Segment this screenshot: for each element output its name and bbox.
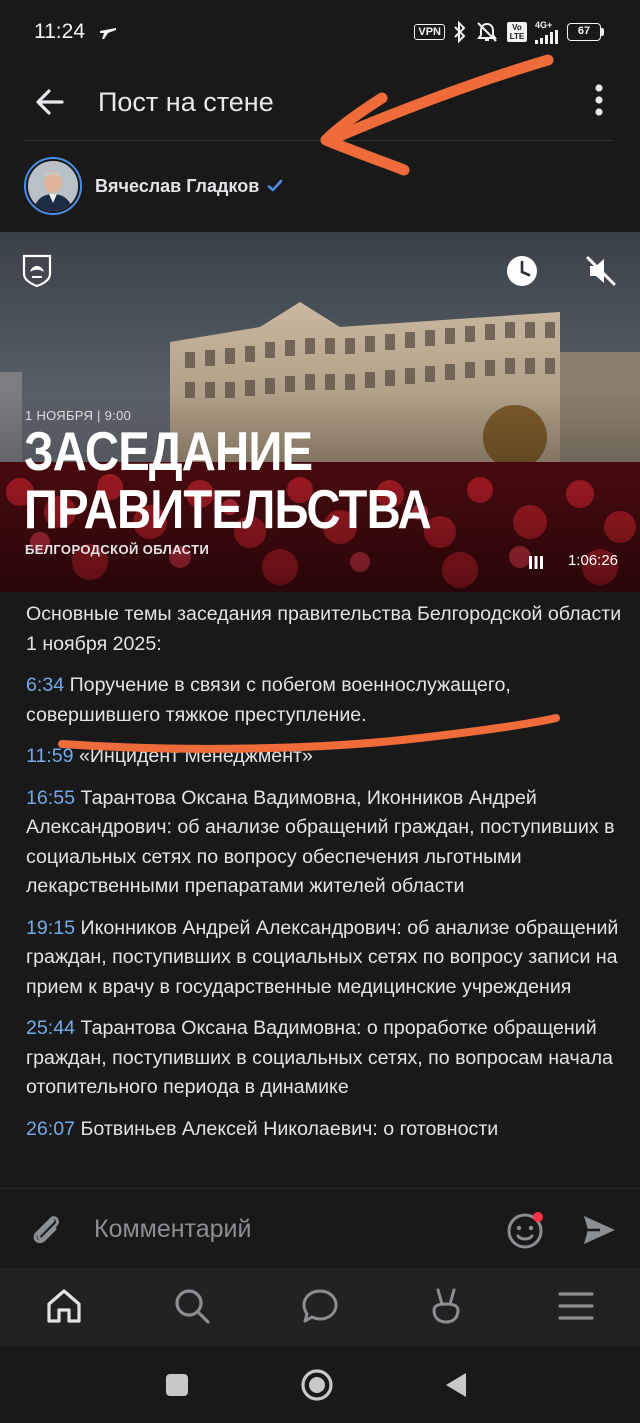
timecode-item: 25:44 Тарантова Оксана Вадимовна: о прор… bbox=[26, 1014, 622, 1103]
comment-input[interactable] bbox=[94, 1211, 484, 1247]
search-icon[interactable] bbox=[172, 1286, 212, 1326]
status-time: 11:24 bbox=[34, 20, 85, 43]
timecode-text: Поручение в связи с побегом военнослужащ… bbox=[26, 674, 511, 726]
region-emblem-icon bbox=[22, 254, 52, 288]
avatar[interactable] bbox=[24, 157, 82, 215]
back-arrow-icon[interactable] bbox=[30, 82, 70, 122]
timecode-link[interactable]: 16:55 bbox=[26, 787, 75, 809]
clips-icon[interactable] bbox=[426, 1286, 466, 1326]
timecode-text: Тарантова Оксана Вадимовна: о проработке… bbox=[26, 1017, 613, 1098]
mobile-signal: 4G+ bbox=[535, 19, 559, 44]
back-button-icon[interactable] bbox=[440, 1368, 474, 1402]
timecode-text: «Инцидент Менеджмент» bbox=[73, 745, 313, 767]
airplane-mode-icon bbox=[100, 28, 116, 39]
timecode-link[interactable]: 19:15 bbox=[26, 917, 75, 939]
system-navigation bbox=[0, 1346, 640, 1423]
author-name[interactable]: Вячеслав Гладков bbox=[95, 176, 259, 197]
battery-tip bbox=[601, 28, 604, 36]
comment-bar bbox=[0, 1188, 640, 1268]
volte-badge: Vo LTE bbox=[507, 22, 527, 42]
bluetooth-icon bbox=[454, 21, 466, 43]
battery-level: 67 bbox=[567, 23, 601, 41]
timecode-link[interactable]: 25:44 bbox=[26, 1017, 75, 1039]
timecode-item: 16:55 Тарантова Оксана Вадимовна, Иконни… bbox=[26, 784, 622, 902]
battery-indicator: 67 bbox=[567, 23, 604, 41]
timecode-text: Ботвиньев Алексей Николаевич: о готовнос… bbox=[75, 1117, 499, 1140]
send-icon[interactable] bbox=[580, 1211, 618, 1249]
post-text: Основные темы заседания правительства Бе… bbox=[26, 600, 622, 1188]
watch-later-icon[interactable] bbox=[505, 254, 539, 288]
timecode-item: 19:15 Иконников Андрей Александрович: об… bbox=[26, 914, 622, 1003]
app-header: Пост на стене bbox=[0, 64, 640, 140]
video-bars-icon bbox=[529, 556, 543, 569]
status-icons: VPN Vo LTE 4G+ 67 bbox=[414, 19, 604, 45]
video-title-line1: ЗАСЕДАНИЕ bbox=[24, 420, 313, 482]
more-vertical-icon[interactable] bbox=[592, 80, 606, 120]
signal-icon bbox=[535, 29, 558, 44]
post-author[interactable]: Вячеслав Гладков bbox=[24, 157, 284, 215]
timecode-link[interactable]: 26:07 bbox=[26, 1118, 75, 1140]
home-button-icon[interactable] bbox=[300, 1368, 334, 1402]
page-title: Пост на стене bbox=[98, 87, 274, 117]
timecode-item: 11:59 «Инцидент Менеджмент» bbox=[26, 742, 622, 772]
video-title-line2: ПРАВИТЕЛЬСТВА bbox=[24, 478, 432, 540]
bottom-navigation bbox=[0, 1268, 640, 1346]
timecode-item: 6:34 Поручение в связи с побегом военнос… bbox=[26, 671, 622, 730]
timecode-link[interactable]: 11:59 bbox=[26, 745, 74, 767]
recent-apps-icon[interactable] bbox=[160, 1368, 194, 1402]
network-type: 4G+ bbox=[535, 19, 553, 30]
video-duration: 1:06:26 bbox=[567, 552, 618, 569]
bell-off-icon bbox=[477, 22, 497, 42]
paperclip-icon[interactable] bbox=[26, 1209, 66, 1249]
avatar-portrait bbox=[28, 161, 78, 211]
verified-check-icon bbox=[267, 179, 283, 192]
vpn-badge: VPN bbox=[414, 24, 445, 40]
hamburger-menu-icon[interactable] bbox=[556, 1286, 596, 1326]
avatar-image bbox=[28, 161, 78, 211]
timecode-link[interactable]: 6:34 bbox=[26, 674, 64, 696]
timecode-item: 26:07 Ботвиньев Алексей Николаевич: о го… bbox=[26, 1115, 622, 1145]
video-subtitle: БЕЛГОРОДСКОЙ ОБЛАСТИ bbox=[25, 542, 210, 557]
messages-icon[interactable] bbox=[300, 1286, 340, 1326]
timecode-text: Тарантова Оксана Вадимовна, Иконников Ан… bbox=[26, 786, 615, 898]
timecode-text: Иконников Андрей Александрович: об анали… bbox=[26, 916, 619, 998]
post-intro: Основные темы заседания правительства Бе… bbox=[26, 603, 622, 655]
header-divider bbox=[24, 140, 614, 141]
emoji-icon[interactable] bbox=[505, 1209, 547, 1251]
sound-off-icon[interactable] bbox=[584, 254, 618, 288]
status-bar: 11:24 VPN Vo LTE 4G+ 67 bbox=[0, 0, 640, 64]
home-icon[interactable] bbox=[44, 1286, 84, 1326]
